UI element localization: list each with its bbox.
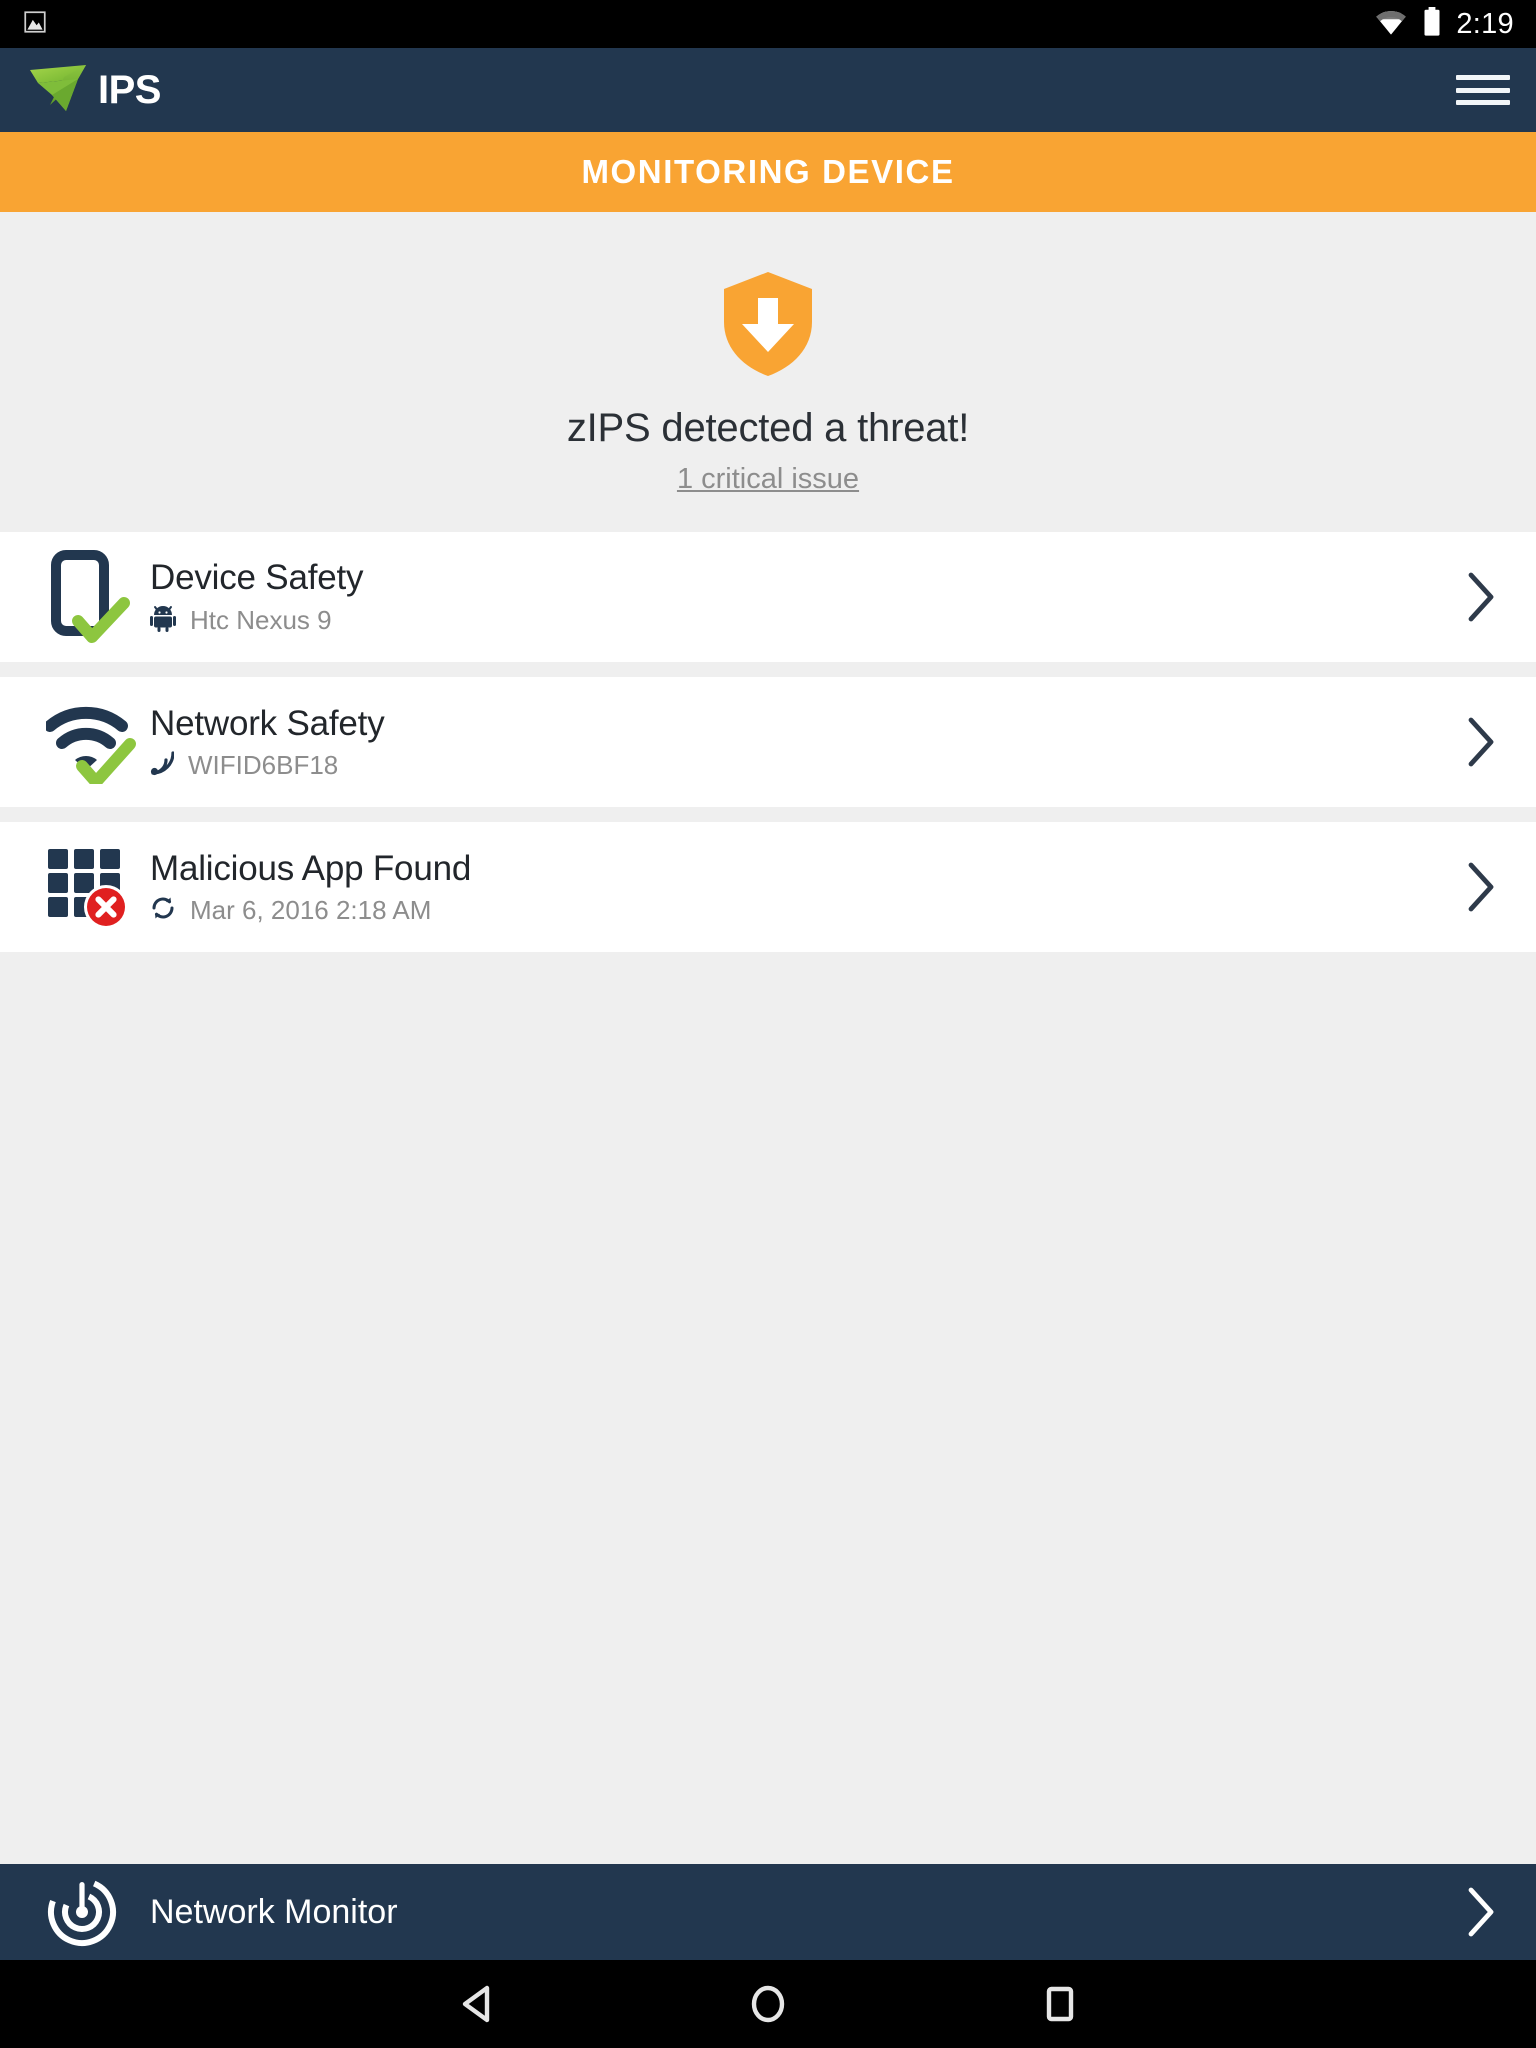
status-bar-clock: 2:19	[1456, 7, 1514, 40]
status-bar-notifications	[22, 9, 48, 40]
hamburger-menu-icon[interactable]	[1456, 70, 1510, 110]
phone-check-icon	[46, 532, 150, 662]
card-meta: WIFID6BF18	[150, 750, 1462, 781]
chevron-right-icon[interactable]	[1462, 714, 1502, 770]
hamburger-bar	[1456, 75, 1510, 80]
app-logo-text: IPS	[98, 67, 161, 112]
card-meta: Mar 6, 2016 2:18 AM	[150, 895, 1462, 926]
card-title: Device Safety	[150, 557, 364, 597]
hamburger-bar	[1456, 100, 1510, 105]
threat-title: zIPS detected a threat!	[566, 406, 970, 450]
back-triangle-icon[interactable]	[441, 1969, 511, 2039]
card-malicious-app[interactable]: Malicious App Found Mar 6, 2016 2:18 AM	[0, 822, 1536, 952]
chevron-right-icon[interactable]	[1462, 1884, 1502, 1940]
wifi-icon	[1374, 8, 1408, 41]
card-device-safety-body: Device Safety Htc Nexus 9	[150, 558, 1462, 637]
android-navigation-bar	[0, 1960, 1536, 2048]
monitoring-banner-title: MONITORING DEVICE	[581, 153, 955, 190]
rss-signal-icon	[150, 750, 175, 781]
network-monitor-label: Network Monitor	[150, 1892, 398, 1931]
image-icon	[22, 9, 48, 40]
card-meta-text: WIFID6BF18	[188, 749, 339, 780]
hamburger-bar	[1456, 87, 1510, 93]
shield-download-icon	[0, 270, 1536, 378]
card-meta: Htc Nexus 9	[150, 604, 1462, 637]
network-monitor-bar[interactable]: Network Monitor	[0, 1864, 1536, 1960]
card-device-safety[interactable]: Device Safety Htc Nexus 9	[0, 532, 1536, 662]
app-bar: IPS	[0, 48, 1536, 132]
status-bar-system: 2:19	[1374, 6, 1514, 42]
battery-icon	[1422, 6, 1442, 42]
chevron-right-icon[interactable]	[1462, 859, 1502, 915]
app-logo: IPS	[26, 59, 161, 122]
status-bar: 2:19	[0, 0, 1536, 48]
card-meta-text: Htc Nexus 9	[190, 604, 332, 635]
radar-target-icon	[46, 1876, 150, 1948]
chevron-right-icon[interactable]	[1462, 569, 1502, 625]
app-grid-error-icon	[46, 822, 150, 952]
card-malicious-app-body: Malicious App Found Mar 6, 2016 2:18 AM	[150, 849, 1462, 926]
content-filler	[0, 1032, 1536, 1864]
card-network-safety[interactable]: Network Safety WIFID6BF18	[0, 677, 1536, 807]
card-meta-text: Mar 6, 2016 2:18 AM	[190, 894, 432, 925]
card-title: Malicious App Found	[150, 848, 472, 888]
app-screen: 2:19 IPS MONITORING DEVICE zIPS detected…	[0, 0, 1536, 2048]
wifi-check-icon	[46, 677, 150, 807]
refresh-icon	[150, 895, 176, 926]
card-title: Network Safety	[150, 703, 385, 743]
zips-z-logo-icon	[26, 59, 94, 122]
monitoring-banner: MONITORING DEVICE	[0, 132, 1536, 212]
threat-summary: zIPS detected a threat! 1 critical issue	[0, 212, 1536, 532]
critical-issue-link[interactable]: 1 critical issue	[677, 463, 859, 496]
android-robot-icon	[150, 604, 176, 637]
card-network-safety-body: Network Safety WIFID6BF18	[150, 704, 1462, 781]
recents-square-icon[interactable]	[1025, 1969, 1095, 2039]
home-circle-icon[interactable]	[733, 1969, 803, 2039]
safety-card-list: Device Safety Htc Nexus 9 Network Safety…	[0, 532, 1536, 952]
